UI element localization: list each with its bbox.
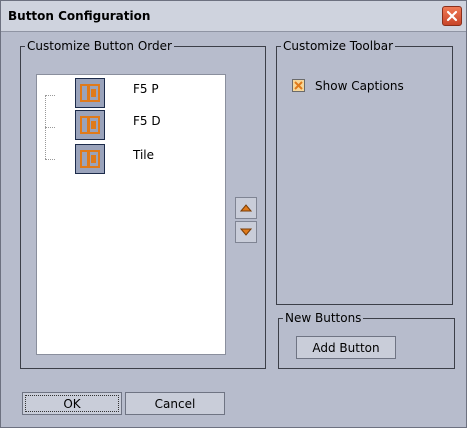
check-icon xyxy=(294,81,303,90)
close-icon xyxy=(446,10,458,22)
move-up-button[interactable] xyxy=(235,197,257,219)
group-legend: New Buttons xyxy=(285,311,362,325)
add-button-label: Add Button xyxy=(312,340,380,355)
tree-connector xyxy=(45,127,55,128)
close-button[interactable] xyxy=(442,6,462,26)
tree-connector xyxy=(45,159,55,160)
button-order-list[interactable]: F5 P F5 D Tile xyxy=(36,74,226,355)
list-item-label: Tile xyxy=(133,148,155,162)
cancel-button[interactable]: Cancel xyxy=(125,392,225,415)
cancel-button-label: Cancel xyxy=(154,396,196,411)
show-captions-label[interactable]: Show Captions xyxy=(315,79,404,93)
arrow-up-icon xyxy=(240,204,252,212)
list-item-label: F5 D xyxy=(133,114,161,128)
ok-button[interactable]: OK xyxy=(22,392,122,415)
toolbar-button-icon xyxy=(75,144,105,174)
arrow-down-icon xyxy=(240,228,252,236)
toolbar-button-icon xyxy=(75,110,105,140)
focus-ring xyxy=(25,395,119,412)
group-legend: Customize Toolbar xyxy=(283,39,394,53)
show-captions-checkbox[interactable] xyxy=(292,79,305,92)
group-legend: Customize Button Order xyxy=(27,39,172,53)
toolbar-button-icon xyxy=(75,78,105,108)
list-item-label: F5 P xyxy=(133,82,159,96)
tree-connector xyxy=(45,95,55,96)
button-configuration-dialog: Button Configuration Customize Button Or… xyxy=(0,0,467,428)
add-button[interactable]: Add Button xyxy=(296,336,396,359)
window-title: Button Configuration xyxy=(8,9,151,23)
title-bar[interactable]: Button Configuration xyxy=(1,1,466,32)
move-down-button[interactable] xyxy=(235,221,257,243)
